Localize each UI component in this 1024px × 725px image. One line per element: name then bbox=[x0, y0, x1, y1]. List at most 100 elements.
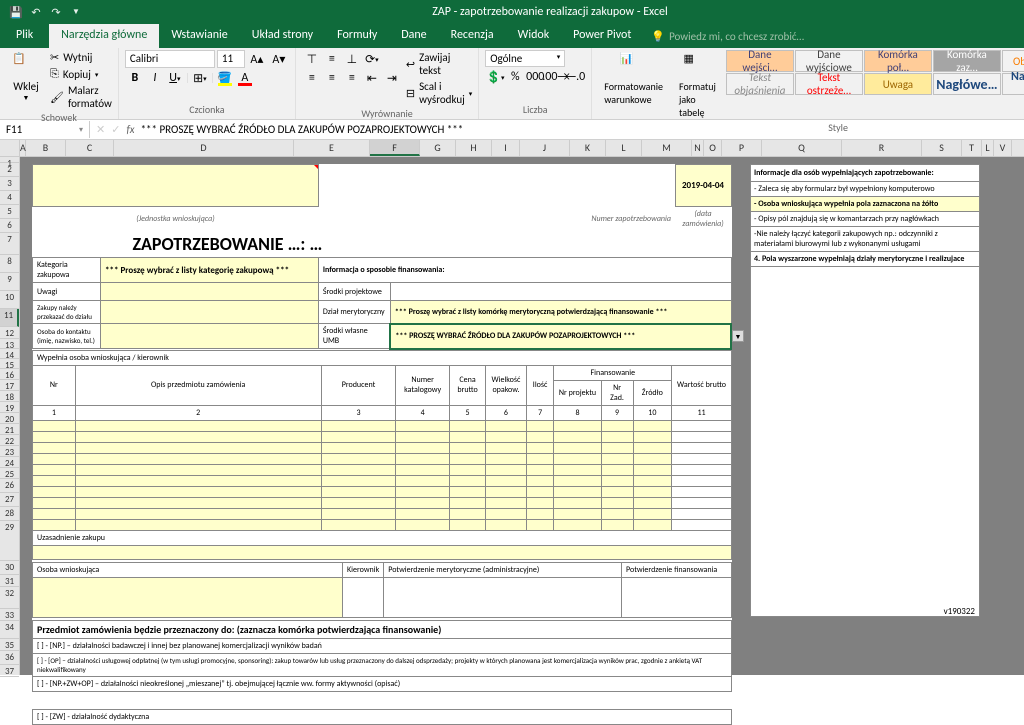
table-row[interactable] bbox=[33, 453, 732, 464]
underline-button[interactable]: U▾ bbox=[165, 69, 185, 87]
indent-increase-button[interactable]: ⇥ bbox=[382, 69, 402, 87]
align-bottom-button[interactable]: ⊥ bbox=[342, 50, 362, 68]
table-row[interactable] bbox=[33, 431, 732, 442]
unit-field[interactable] bbox=[33, 165, 319, 207]
opt3[interactable]: [ ] - [NP.+ZW+OP] – działalności nieokre… bbox=[33, 676, 732, 691]
potw-fin-field[interactable] bbox=[622, 577, 732, 617]
font-size-select[interactable]: 11 bbox=[217, 50, 245, 68]
dzial-meryt-value[interactable]: *** Proszę wybrać z listy komórkę meryto… bbox=[390, 301, 731, 324]
align-center-button[interactable]: ≡ bbox=[322, 69, 342, 87]
col-j[interactable]: J bbox=[520, 140, 570, 156]
decrease-font-button[interactable]: A▾ bbox=[269, 50, 289, 68]
fx-icon[interactable]: fx bbox=[126, 123, 134, 136]
osoba-wn-field[interactable] bbox=[33, 577, 343, 617]
style-warning[interactable]: Tekst ostrzeże… bbox=[795, 73, 863, 95]
indent-decrease-button[interactable]: ⇤ bbox=[362, 69, 382, 87]
style-cell-linked[interactable]: Komórka poł… bbox=[864, 50, 932, 72]
style-data-input[interactable]: Dane wejści… bbox=[726, 50, 794, 72]
redo-icon[interactable]: ↷ bbox=[48, 4, 64, 20]
potw-meryt-field[interactable] bbox=[384, 577, 622, 617]
table-row[interactable] bbox=[33, 497, 732, 508]
tab-powerpivot[interactable]: Power Pivot bbox=[561, 24, 643, 48]
increase-decimal-button[interactable]: .00→ bbox=[545, 68, 565, 86]
date-field[interactable]: 2019-04-04 bbox=[675, 165, 731, 207]
font-name-select[interactable]: Calibri bbox=[125, 50, 215, 68]
col-f[interactable]: F bbox=[370, 140, 420, 156]
col-s[interactable]: S bbox=[922, 140, 962, 156]
fill-color-button[interactable]: 🪣 bbox=[215, 69, 235, 87]
col-t[interactable]: T bbox=[962, 140, 982, 156]
table-row[interactable] bbox=[33, 508, 732, 519]
col-c[interactable]: C bbox=[66, 140, 114, 156]
table-row[interactable] bbox=[33, 475, 732, 486]
align-top-button[interactable]: ⊤ bbox=[302, 50, 322, 68]
srodki-proj-field[interactable] bbox=[390, 283, 731, 301]
tab-home[interactable]: Narzędzia główne bbox=[49, 24, 159, 48]
undo-icon[interactable]: ↶ bbox=[28, 4, 44, 20]
formula-content[interactable]: *** PROSZĘ WYBRAĆ ŹRÓDŁO DLA ZAKUPÓW POZ… bbox=[141, 123, 464, 136]
col-h[interactable]: H bbox=[456, 140, 492, 156]
currency-button[interactable]: 💲▾ bbox=[485, 68, 505, 86]
bold-button[interactable]: B bbox=[125, 69, 145, 87]
tab-view[interactable]: Widok bbox=[506, 24, 562, 48]
style-note[interactable]: Uwaga bbox=[864, 73, 932, 95]
font-color-button[interactable]: A bbox=[235, 69, 255, 87]
table-row[interactable] bbox=[33, 486, 732, 497]
col-v[interactable]: V bbox=[994, 140, 1012, 156]
col-o[interactable]: O bbox=[704, 140, 722, 156]
cancel-formula-icon[interactable]: ✕ bbox=[96, 123, 105, 136]
opt4[interactable]: [ ] - [ZW] - działalność dydaktyczna bbox=[33, 709, 732, 724]
enter-formula-icon[interactable]: ✓ bbox=[111, 123, 120, 136]
select-all-corner[interactable] bbox=[0, 140, 20, 157]
opt1[interactable]: [ ] - [NP.] – działalności badawczej i i… bbox=[33, 638, 732, 653]
table-row[interactable] bbox=[33, 442, 732, 453]
uzasad-field[interactable] bbox=[33, 545, 732, 559]
col-p[interactable]: P bbox=[722, 140, 762, 156]
align-right-button[interactable]: ≡ bbox=[342, 69, 362, 87]
wrap-text-button[interactable]: ↩Zawijaj tekst bbox=[406, 50, 472, 78]
table-row[interactable] bbox=[33, 464, 732, 475]
tab-file[interactable]: Plik bbox=[0, 24, 49, 48]
col-l2[interactable]: L bbox=[982, 140, 994, 156]
orientation-button[interactable]: ⟳▾ bbox=[362, 50, 382, 68]
col-i[interactable]: I bbox=[492, 140, 520, 156]
border-button[interactable]: ⊞▾ bbox=[190, 69, 210, 87]
cut-button[interactable]: ✂Wytnij bbox=[50, 50, 112, 65]
save-icon[interactable]: 💾 bbox=[8, 4, 24, 20]
table-row[interactable] bbox=[33, 519, 732, 530]
col-d[interactable]: D bbox=[114, 140, 294, 156]
copy-button[interactable]: ⎘Kopiuj▾ bbox=[50, 66, 112, 82]
style-data-output[interactable]: Dane wyjściowe bbox=[795, 50, 863, 72]
col-l[interactable]: L bbox=[606, 140, 642, 156]
tab-layout[interactable]: Układ strony bbox=[240, 24, 325, 48]
format-table-button[interactable]: ▦ Formatuj jako tabelę bbox=[673, 50, 722, 121]
table-row[interactable] bbox=[33, 420, 732, 431]
col-n[interactable]: N bbox=[692, 140, 704, 156]
style-h2[interactable]: Nagłówek 2 bbox=[1002, 73, 1024, 95]
col-q[interactable]: Q bbox=[762, 140, 842, 156]
cond-format-button[interactable]: 📊 Formatowanie warunkowe bbox=[598, 50, 669, 108]
format-painter-button[interactable]: 🖌Malarz formatów bbox=[50, 83, 112, 111]
category-value[interactable]: *** Proszę wybrać z listy kategorię zaku… bbox=[101, 258, 319, 283]
col-e[interactable]: E bbox=[294, 140, 370, 156]
qat-dropdown[interactable]: ▼ bbox=[68, 4, 84, 20]
dropdown-handle[interactable]: ▼ bbox=[732, 330, 744, 342]
tab-formulas[interactable]: Formuły bbox=[325, 24, 389, 48]
col-g[interactable]: G bbox=[420, 140, 456, 156]
tab-data[interactable]: Dane bbox=[389, 24, 438, 48]
col-m[interactable]: M bbox=[642, 140, 692, 156]
style-cell-check[interactable]: Komórka zaz… bbox=[933, 50, 1001, 72]
style-calc[interactable]: Obliczenia bbox=[1002, 50, 1024, 72]
merge-center-button[interactable]: ⊟Scal i wyśrodkuj▾ bbox=[406, 79, 472, 107]
col-r[interactable]: R bbox=[842, 140, 922, 156]
paste-button[interactable]: 📋 Wklej ▼ bbox=[6, 50, 46, 104]
number-format-select[interactable]: Ogólne▾ bbox=[485, 50, 565, 67]
opt2[interactable]: [ ] - [OP] – działalności usługowej odpł… bbox=[33, 653, 732, 676]
tell-me[interactable]: 💡Powiedz mi, co chcesz zrobić… bbox=[651, 24, 804, 48]
style-explain[interactable]: Tekst objaśnienia bbox=[726, 73, 794, 95]
percent-button[interactable]: % bbox=[505, 68, 525, 86]
align-middle-button[interactable]: ≡ bbox=[322, 50, 342, 68]
increase-font-button[interactable]: A▴ bbox=[247, 50, 267, 68]
tab-review[interactable]: Recenzja bbox=[439, 24, 506, 48]
italic-button[interactable]: I bbox=[145, 69, 165, 87]
